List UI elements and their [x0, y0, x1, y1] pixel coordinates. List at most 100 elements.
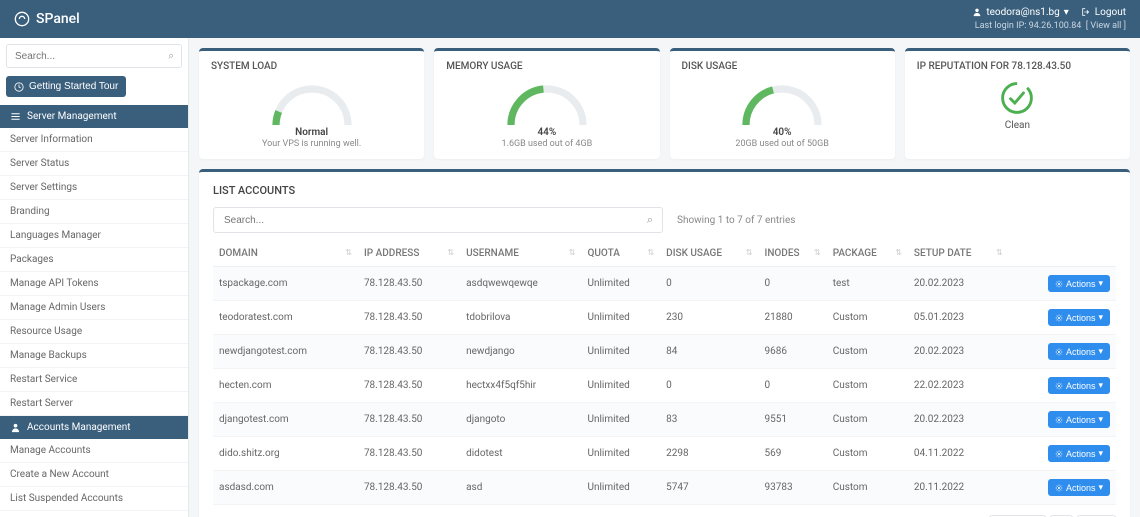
chevron-down-icon: ▾	[1098, 448, 1103, 459]
section-icon	[10, 111, 21, 122]
chevron-down-icon: ▾	[1098, 414, 1103, 425]
cell-pkg: test	[827, 267, 908, 301]
nav-item[interactable]: Server Information	[0, 128, 188, 152]
chevron-down-icon: ▾	[1098, 312, 1103, 323]
cell-domain: djangotest.com	[213, 403, 358, 437]
cell-user: newdjango	[460, 335, 581, 369]
chevron-down-icon: ▾	[1064, 6, 1069, 19]
cell-user: hectxx4f5qf5hir	[460, 369, 581, 403]
sort-icon: ⇅	[447, 248, 454, 257]
table-row: tspackage.com78.128.43.50asdqwewqewqeUnl…	[213, 267, 1116, 301]
spanel-logo-icon	[14, 11, 30, 27]
nav-item[interactable]: Terminate Accounts	[0, 511, 188, 517]
nav-item[interactable]: Packages	[0, 248, 188, 272]
gear-icon	[1055, 450, 1063, 458]
sort-icon: ⇅	[895, 248, 902, 257]
table-row: djangotest.com78.128.43.50djangotoUnlimi…	[213, 403, 1116, 437]
actions-button[interactable]: Actions▾	[1048, 377, 1110, 394]
column-header[interactable]: USERNAME⇅	[460, 241, 581, 267]
cell-ip: 78.128.43.50	[358, 403, 460, 437]
table-search-input[interactable]	[213, 207, 663, 233]
cell-pkg: Custom	[827, 403, 908, 437]
gear-icon	[1055, 416, 1063, 424]
cell-date: 20.02.2023	[908, 335, 1009, 369]
nav-item[interactable]: Branding	[0, 200, 188, 224]
gauge-system-load	[267, 80, 357, 125]
gear-icon	[1055, 280, 1063, 288]
nav-item[interactable]: Server Status	[0, 152, 188, 176]
gear-icon	[1055, 382, 1063, 390]
nav-item[interactable]: Restart Service	[0, 368, 188, 392]
actions-button[interactable]: Actions▾	[1048, 309, 1110, 326]
brand-name: SPanel	[36, 11, 80, 27]
gear-icon	[1055, 484, 1063, 492]
nav-item[interactable]: Manage Backups	[0, 344, 188, 368]
nav-item[interactable]: List Suspended Accounts	[0, 487, 188, 511]
cell-ip: 78.128.43.50	[358, 267, 460, 301]
table-row: teodoratest.com78.128.43.50tdobrilovaUnl…	[213, 301, 1116, 335]
cell-domain: dido.shitz.org	[213, 437, 358, 471]
sort-icon: ⇅	[569, 248, 576, 257]
chevron-down-icon: ▾	[1098, 278, 1103, 289]
cell-disk: 0	[660, 369, 758, 403]
sidebar-search-input[interactable]	[6, 44, 182, 68]
cell-date: 20.11.2022	[908, 471, 1009, 505]
cell-disk: 230	[660, 301, 758, 335]
nav-item[interactable]: Manage API Tokens	[0, 272, 188, 296]
cell-domain: hecten.com	[213, 369, 358, 403]
nav-section-header[interactable]: Accounts Management	[0, 416, 188, 439]
check-circle-icon	[999, 80, 1035, 116]
actions-button[interactable]: Actions▾	[1048, 411, 1110, 428]
nav-item[interactable]: Manage Admin Users	[0, 296, 188, 320]
column-header[interactable]: QUOTA⇅	[581, 241, 660, 267]
column-header[interactable]: INODES⇅	[758, 241, 826, 267]
getting-started-tour-button[interactable]: Getting Started Tour	[6, 76, 126, 97]
actions-button[interactable]: Actions▾	[1048, 479, 1110, 496]
sort-icon: ⇅	[814, 248, 821, 257]
chevron-down-icon: ▾	[1098, 346, 1103, 357]
cell-inodes: 21880	[758, 301, 826, 335]
column-header[interactable]: SETUP DATE⇅	[908, 241, 1009, 267]
actions-button[interactable]: Actions▾	[1048, 275, 1110, 292]
table-row: asdasd.com78.128.43.50asdUnlimited574793…	[213, 471, 1116, 505]
user-icon	[972, 7, 982, 17]
brand-logo[interactable]: SPanel	[14, 11, 80, 27]
ip-reputation-card: IP REPUTATION FOR 78.128.43.50 Clean	[905, 48, 1130, 159]
column-header[interactable]: DOMAIN⇅	[213, 241, 358, 267]
cell-quota: Unlimited	[581, 267, 660, 301]
sort-icon: ⇅	[345, 248, 352, 257]
cell-pkg: Custom	[827, 335, 908, 369]
cell-disk: 5747	[660, 471, 758, 505]
nav-item[interactable]: Languages Manager	[0, 224, 188, 248]
nav-item[interactable]: Restart Server	[0, 392, 188, 416]
user-email: teodora@ns1.bg	[986, 6, 1059, 19]
user-menu[interactable]: teodora@ns1.bg ▾	[972, 6, 1068, 19]
sort-icon: ⇅	[996, 248, 1003, 257]
gauge-memory	[502, 80, 592, 125]
header: SPanel teodora@ns1.bg ▾ Logout Last logi…	[0, 0, 1140, 38]
sort-icon: ⇅	[746, 248, 753, 257]
cell-pkg: Custom	[827, 437, 908, 471]
cell-user: asdqwewqewqe	[460, 267, 581, 301]
cell-quota: Unlimited	[581, 335, 660, 369]
nav-item[interactable]: Resource Usage	[0, 320, 188, 344]
nav-section-header[interactable]: Server Management	[0, 105, 188, 128]
cell-domain: asdasd.com	[213, 471, 358, 505]
actions-button[interactable]: Actions▾	[1048, 445, 1110, 462]
column-header[interactable]: DISK USAGE⇅	[660, 241, 758, 267]
cell-ip: 78.128.43.50	[358, 335, 460, 369]
nav-item[interactable]: Server Settings	[0, 176, 188, 200]
logout-button[interactable]: Logout	[1081, 6, 1126, 19]
nav-item[interactable]: Create a New Account	[0, 463, 188, 487]
column-header[interactable]: PACKAGE⇅	[827, 241, 908, 267]
column-header[interactable]	[1009, 241, 1116, 267]
column-header[interactable]: IP ADDRESS⇅	[358, 241, 460, 267]
cell-user: tdobrilova	[460, 301, 581, 335]
cell-quota: Unlimited	[581, 471, 660, 505]
actions-button[interactable]: Actions▾	[1048, 343, 1110, 360]
cell-quota: Unlimited	[581, 369, 660, 403]
nav-item[interactable]: Manage Accounts	[0, 439, 188, 463]
chevron-down-icon: ▾	[1098, 482, 1103, 493]
view-all-link[interactable]: [ View all ]	[1086, 21, 1126, 31]
disk-usage-card: DISK USAGE 40% 20GB used out of 50GB	[670, 48, 895, 159]
